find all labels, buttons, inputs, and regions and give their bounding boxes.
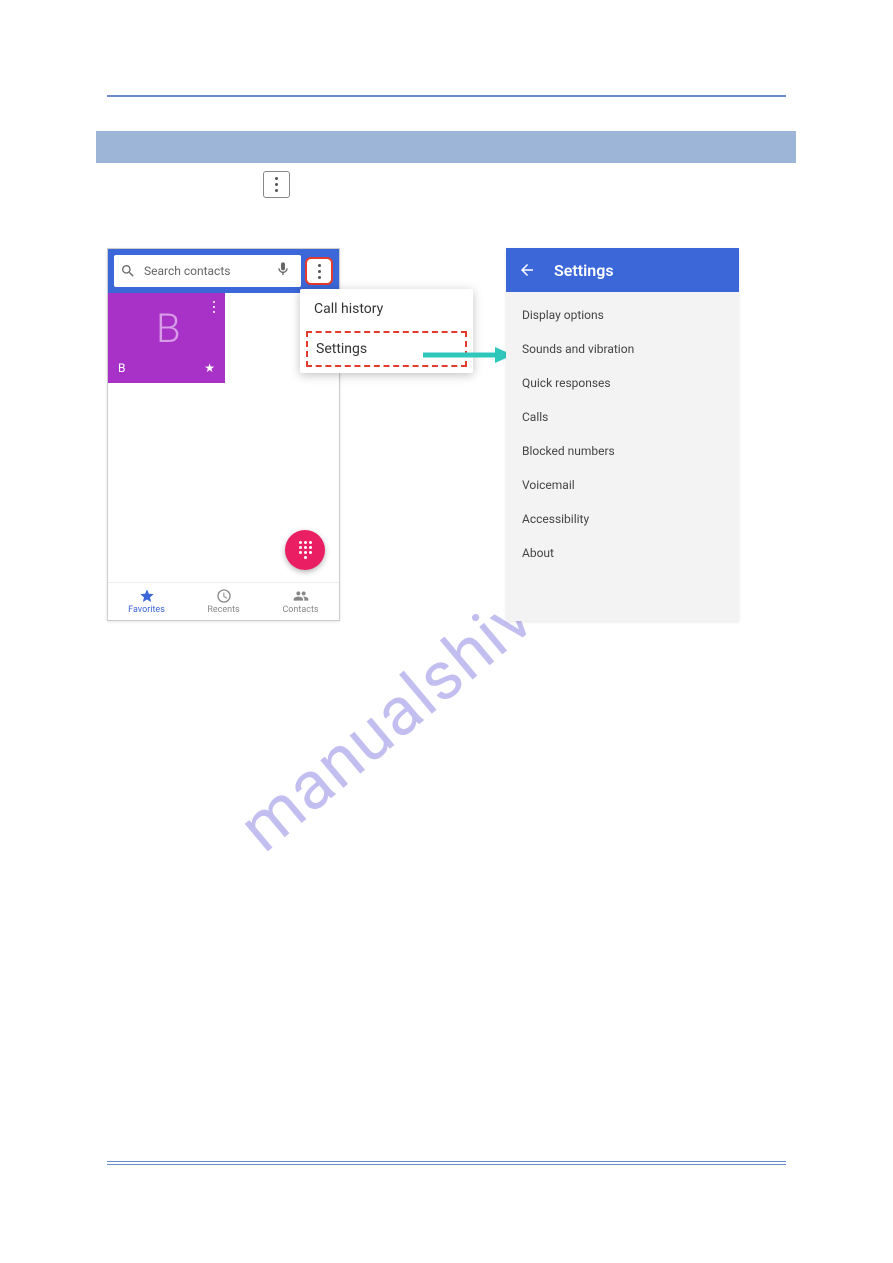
section-title-bar bbox=[96, 131, 796, 163]
menu-item-call-history[interactable]: Call history bbox=[300, 289, 473, 329]
search-icon bbox=[120, 263, 136, 279]
tab-label: Contacts bbox=[282, 605, 318, 615]
search-field[interactable]: Search contacts bbox=[114, 255, 301, 287]
overflow-icon-illustration bbox=[263, 171, 290, 198]
settings-title: Settings bbox=[554, 261, 614, 280]
dialpad-icon bbox=[299, 541, 312, 559]
clock-icon bbox=[216, 588, 232, 604]
favorite-contact-tile[interactable]: B B ★ bbox=[108, 293, 225, 383]
overflow-menu-button[interactable] bbox=[305, 257, 333, 285]
settings-item-sounds[interactable]: Sounds and vibration bbox=[506, 332, 739, 366]
phone-screenshot-settings: Settings Display options Sounds and vibr… bbox=[506, 248, 739, 621]
footer-divider bbox=[107, 1161, 786, 1162]
settings-item-accessibility[interactable]: Accessibility bbox=[506, 502, 739, 536]
people-icon bbox=[293, 588, 309, 604]
tab-contacts[interactable]: Contacts bbox=[262, 583, 339, 620]
tab-label: Favorites bbox=[128, 605, 165, 615]
star-icon bbox=[139, 588, 155, 604]
settings-item-blocked[interactable]: Blocked numbers bbox=[506, 434, 739, 468]
settings-item-quick-responses[interactable]: Quick responses bbox=[506, 366, 739, 400]
tab-favorites[interactable]: Favorites bbox=[108, 583, 185, 620]
top-divider bbox=[107, 95, 786, 97]
back-arrow-icon[interactable] bbox=[518, 261, 536, 279]
tab-recents[interactable]: Recents bbox=[185, 583, 262, 620]
settings-item-display[interactable]: Display options bbox=[506, 298, 739, 332]
settings-item-voicemail[interactable]: Voicemail bbox=[506, 468, 739, 502]
settings-list: Display options Sounds and vibration Qui… bbox=[506, 292, 739, 576]
search-placeholder: Search contacts bbox=[144, 264, 271, 278]
contact-initial-large: B bbox=[156, 305, 181, 352]
settings-header: Settings bbox=[506, 248, 739, 292]
dialpad-fab[interactable] bbox=[285, 530, 325, 570]
more-icon bbox=[275, 177, 278, 192]
settings-item-about[interactable]: About bbox=[506, 536, 739, 570]
favorite-star-icon: ★ bbox=[204, 361, 215, 375]
contact-name: B bbox=[118, 361, 125, 375]
settings-item-calls[interactable]: Calls bbox=[506, 400, 739, 434]
tab-label: Recents bbox=[207, 605, 239, 615]
flow-arrow bbox=[423, 345, 513, 365]
more-icon bbox=[318, 264, 321, 279]
footer-divider bbox=[107, 1164, 786, 1165]
mic-icon[interactable] bbox=[275, 261, 291, 281]
bottom-nav: Favorites Recents Contacts bbox=[108, 582, 339, 620]
tile-overflow-icon[interactable] bbox=[213, 301, 215, 313]
search-bar: Search contacts bbox=[108, 249, 339, 293]
